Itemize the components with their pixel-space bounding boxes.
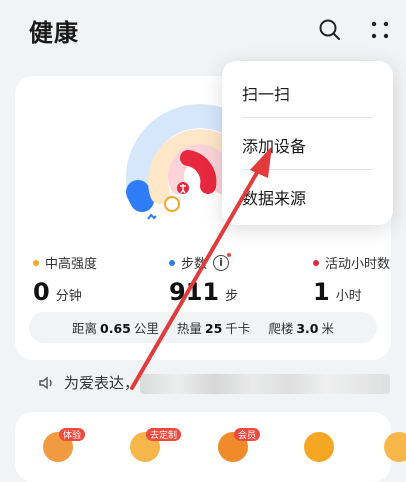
metric-label: 步数 [181,257,208,272]
stat-calories: 热量 25 千卡 [176,321,251,336]
stopwatch-icon [164,196,180,212]
search-icon[interactable] [316,16,344,44]
metric-unit: 分钟 [55,289,82,304]
metric-value: 0 [33,278,50,306]
speaker-icon [39,376,52,389]
metric-steps[interactable]: 步数 i 911 步 [169,252,239,306]
menu-divider [242,117,373,118]
service-item[interactable]: 体验 [43,428,86,462]
menu-item-scan[interactable]: 扫一扫 [242,81,290,105]
metric-value: 1 [313,278,330,306]
service-item[interactable]: 会员 [218,428,261,462]
menu-item-data-source[interactable]: 数据来源 [242,185,306,209]
metric-value: 911 [169,278,220,306]
more-menu: 扫一扫 添加设备 数据来源 [222,61,393,225]
service-item[interactable] [384,432,406,462]
metric-moderate-intensity[interactable]: 中高强度 0 分钟 [33,253,97,306]
stat-floors: 爬楼 3.0 米 [268,321,334,336]
stat-distance: 距离 0.65 公里 [72,321,159,336]
orange-dot [33,259,39,266]
blurred-text [140,374,390,394]
service-item[interactable] [304,432,334,462]
metric-active-hours[interactable]: 活动小时数 1 小时 [313,253,390,306]
more-icon[interactable] [366,16,394,44]
metric-label: 活动小时数 [325,257,391,272]
voice-announcement[interactable]: 为爱表达， [38,372,139,393]
page-title: 健康 [29,19,79,47]
red-dot [313,259,319,266]
blue-dot [169,259,175,266]
service-item[interactable]: 去定制 [130,428,182,462]
menu-divider [242,169,373,170]
activity-stats-bar[interactable]: 距离 0.65 公里 热量 25 千卡 爬楼 3.0 米 [29,312,377,343]
voice-text: 为爱表达， [64,374,140,392]
service-badge: 会员 [234,428,261,441]
metric-label: 中高强度 [45,257,98,272]
metric-unit: 步 [225,289,239,304]
service-badge: 去定制 [146,428,182,441]
metric-unit: 小时 [335,289,362,304]
info-icon[interactable]: i [213,252,232,271]
service-badge: 体验 [59,428,86,441]
menu-item-add-device[interactable]: 添加设备 [242,133,306,157]
